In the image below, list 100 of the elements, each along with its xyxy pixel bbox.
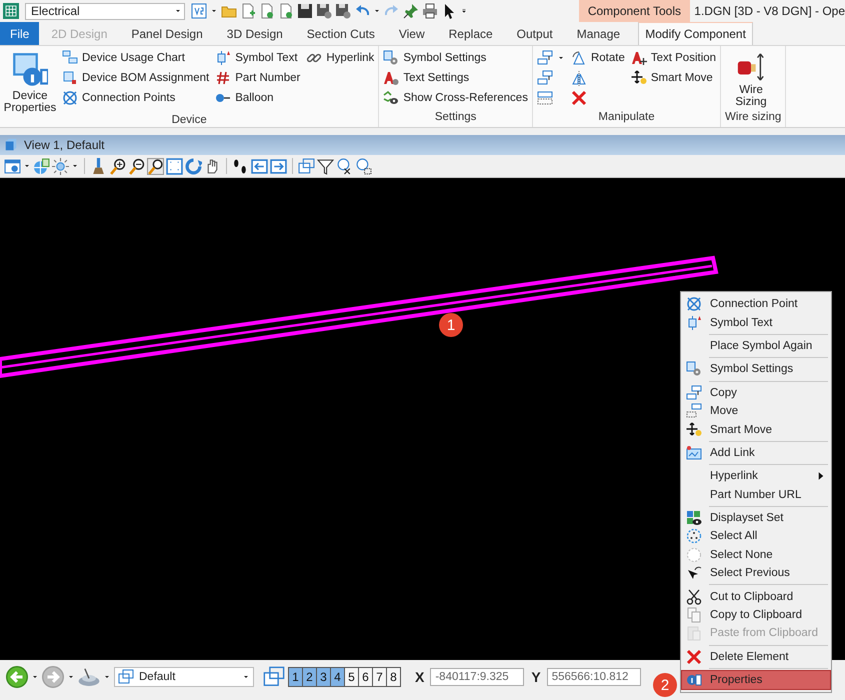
ribbon-tab[interactable]: Section Cuts bbox=[294, 22, 387, 45]
ribbon-group-label: Settings bbox=[434, 111, 478, 125]
view-toggle-button[interactable]: 7 bbox=[372, 666, 387, 686]
views-icon[interactable] bbox=[263, 666, 285, 688]
ribbon-button[interactable]: Symbol Text bbox=[215, 48, 300, 67]
zoom-icon[interactable] bbox=[147, 158, 164, 174]
crossed-circle-icon bbox=[62, 90, 78, 106]
view-cube-icon bbox=[4, 138, 18, 152]
x-coordinate-field[interactable]: -840117:9.325 bbox=[430, 668, 524, 686]
new-file-icon[interactable] bbox=[240, 3, 256, 19]
ribbon-tab[interactable]: 3D Design bbox=[214, 22, 295, 45]
context-menu-item[interactable]: Move bbox=[682, 402, 830, 420]
pointer-icon bbox=[686, 565, 702, 582]
dotted-circle-icon bbox=[686, 528, 702, 544]
wire-sizing-button[interactable]: Wire Sizing bbox=[725, 48, 778, 108]
ribbon-button[interactable]: Show Cross-References bbox=[383, 88, 528, 107]
arrow-right-box-icon[interactable] bbox=[270, 158, 287, 174]
workspace-dropdown[interactable]: Electrical bbox=[25, 2, 185, 20]
floppy-gear-icon[interactable] bbox=[316, 3, 332, 19]
sun-icon[interactable] bbox=[52, 158, 69, 174]
view-toggle-button[interactable]: 1 bbox=[288, 666, 303, 686]
move-arrows-icon bbox=[630, 70, 647, 86]
context-menu-item[interactable]: Delete Element bbox=[682, 648, 830, 666]
context-menu-item[interactable]: Hyperlink bbox=[682, 467, 830, 486]
context-menu-item[interactable]: Select Previous bbox=[682, 564, 830, 582]
gear-icon bbox=[686, 361, 702, 378]
context-menu-item[interactable]: Displayset Set bbox=[682, 508, 830, 528]
view-toggle-button[interactable]: 6 bbox=[358, 666, 373, 686]
move-arrows-icon bbox=[686, 422, 702, 438]
context-menu-item[interactable]: Part Number URL bbox=[682, 486, 830, 504]
y-coordinate-field[interactable]: 556566:10.812 bbox=[546, 668, 641, 686]
ribbon-tab[interactable]: Panel Design bbox=[119, 22, 215, 45]
ribbon-tab[interactable]: Manage bbox=[564, 22, 632, 45]
submenu-arrow-icon bbox=[818, 472, 824, 480]
delete-icon bbox=[686, 648, 702, 665]
context-menu-item[interactable]: Add Link bbox=[682, 444, 830, 462]
view-toggle-button[interactable]: 4 bbox=[330, 666, 345, 686]
ribbon-tab[interactable]: Replace bbox=[436, 22, 505, 45]
ribbon-button[interactable]: Part Number bbox=[215, 68, 300, 87]
context-menu-item[interactable]: Symbol Text bbox=[682, 313, 830, 332]
ribbon-button[interactable]: Device Usage Chart bbox=[62, 48, 210, 67]
double-rectangle-icon[interactable] bbox=[536, 90, 553, 106]
document-title: 1.DGN [3D - V8 DGN] - Ope bbox=[693, 3, 845, 20]
floppy-icon[interactable] bbox=[297, 3, 313, 19]
window-icon[interactable] bbox=[4, 158, 21, 174]
floppy-gear-icon[interactable] bbox=[335, 3, 351, 19]
stacked-rectangles-icon[interactable] bbox=[536, 50, 553, 66]
version-dropdown-icon[interactable] bbox=[191, 3, 207, 19]
context-menu-item[interactable]: Cut to Clipboard bbox=[682, 587, 830, 606]
stacked-rectangles-icon[interactable] bbox=[536, 70, 553, 86]
properties-icon bbox=[686, 672, 702, 688]
ribbon-tab[interactable]: Modify Component bbox=[638, 22, 754, 45]
pages-icon bbox=[686, 607, 702, 624]
context-menu-item[interactable]: Select None bbox=[682, 546, 830, 564]
symbol-marker-icon bbox=[686, 314, 702, 331]
ribbon-tab[interactable]: Output bbox=[504, 22, 565, 45]
printer-icon[interactable] bbox=[422, 3, 438, 19]
ribbon-button[interactable]: Rotate bbox=[570, 48, 625, 67]
ribbon-tab[interactable]: File bbox=[0, 22, 40, 45]
context-menu-item[interactable]: Copy bbox=[682, 384, 830, 402]
scissors-icon bbox=[686, 588, 702, 605]
ribbon-button[interactable]: Device BOM Assignment bbox=[62, 68, 210, 87]
zoom-out-icon[interactable] bbox=[128, 158, 145, 174]
clipboard-icon bbox=[686, 625, 702, 642]
gear-icon bbox=[383, 50, 400, 66]
app-logo-icon[interactable] bbox=[3, 3, 19, 19]
context-menu-item[interactable]: Place Symbol Again bbox=[682, 336, 830, 356]
context-menu-item[interactable]: Copy to Clipboard bbox=[682, 606, 830, 624]
footprints-icon[interactable] bbox=[232, 158, 249, 174]
context-menu-item[interactable]: Smart Move bbox=[682, 420, 830, 439]
views-icon[interactable] bbox=[298, 158, 315, 174]
disc-icon[interactable] bbox=[78, 666, 100, 688]
context-menu-item[interactable]: Connection Point bbox=[682, 295, 830, 314]
view-toggle-button[interactable]: 2 bbox=[302, 666, 317, 686]
context-menu-item[interactable]: Symbol Settings bbox=[682, 360, 830, 379]
ribbon-tab[interactable]: View bbox=[386, 22, 437, 45]
pin-icon[interactable] bbox=[403, 3, 419, 19]
fit-icon[interactable] bbox=[166, 158, 183, 174]
ribbon-button[interactable]: Text Settings bbox=[383, 68, 528, 87]
context-menu-item[interactable]: Select All bbox=[682, 527, 830, 546]
view-toggle-button[interactable]: 3 bbox=[316, 666, 331, 686]
mirror-icon[interactable] bbox=[570, 70, 587, 86]
ribbon-button[interactable]: Hyperlink bbox=[306, 48, 374, 67]
context-menu-item[interactable]: Properties bbox=[682, 671, 830, 690]
device-properties-button[interactable]: Device Properties bbox=[4, 48, 56, 114]
displayset-icon bbox=[686, 510, 702, 526]
ribbon-button[interactable]: Symbol Settings bbox=[383, 48, 528, 67]
zoom-in-icon[interactable] bbox=[109, 158, 126, 174]
view-toggle-button[interactable]: 5 bbox=[344, 666, 359, 686]
arrow-left-box-icon[interactable] bbox=[251, 158, 268, 174]
delete-icon[interactable] bbox=[570, 90, 587, 106]
rotate-icon bbox=[570, 50, 587, 66]
rotate-view-icon[interactable] bbox=[185, 158, 202, 174]
ribbon-button[interactable]: Balloon bbox=[215, 88, 300, 107]
device-info-icon bbox=[12, 52, 48, 88]
view-toggle-button[interactable]: 8 bbox=[386, 666, 401, 686]
ribbon-button[interactable]: Smart Move bbox=[630, 68, 716, 87]
ribbon-button[interactable]: Connection Points bbox=[62, 88, 210, 107]
view-group-dropdown[interactable]: Default bbox=[114, 666, 254, 686]
ribbon-button[interactable]: Text Position bbox=[630, 48, 716, 67]
